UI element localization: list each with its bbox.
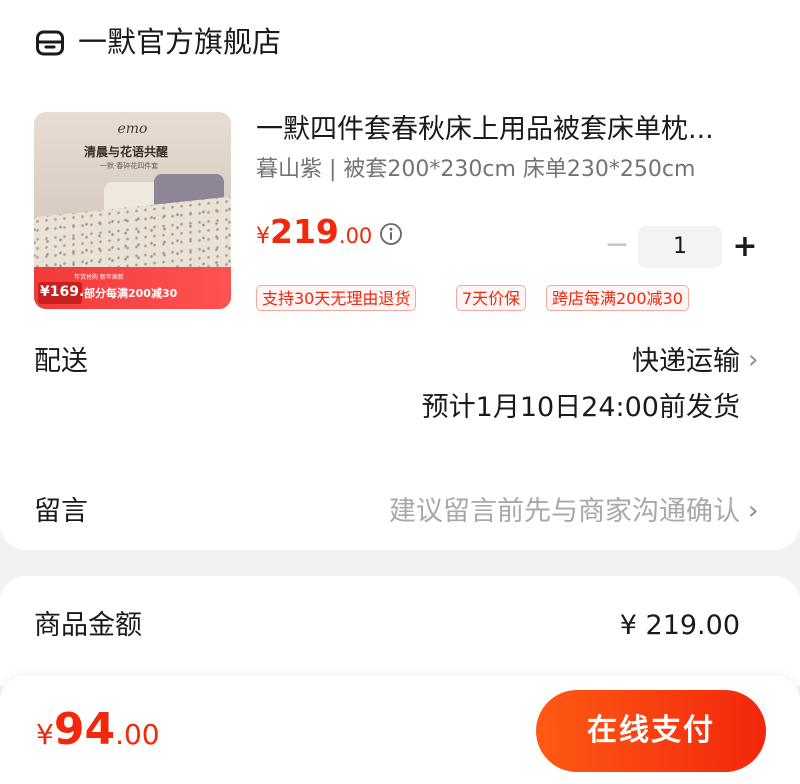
- product-image-subslogan: 一默·春碎花四件套: [100, 162, 159, 170]
- quantity-input[interactable]: 1: [638, 226, 722, 268]
- quantity-plus-button[interactable]: +: [728, 228, 762, 266]
- store-name[interactable]: 一默官方旗舰店: [78, 22, 281, 62]
- product-title[interactable]: 一默四件套春秋床上用品被套床单枕...: [256, 110, 776, 150]
- chevron-right-icon[interactable]: ›: [748, 340, 758, 380]
- total-decimal: .00: [115, 718, 160, 751]
- chevron-right-icon[interactable]: ›: [748, 491, 758, 531]
- service-tag: 跨店每满200减30: [546, 285, 689, 311]
- amount-value: ¥ 219.00: [619, 610, 740, 641]
- total-price: ¥94.00: [36, 704, 160, 755]
- note-input[interactable]: 建议留言前先与商家沟通确认: [300, 492, 740, 532]
- shop-icon: [36, 30, 64, 56]
- product-image-promo-price: ¥169.: [40, 284, 85, 300]
- product-spec[interactable]: 暮山紫 | 被套200*230cm 床单230*250cm: [256, 153, 695, 187]
- price-symbol: ¥: [256, 224, 270, 249]
- delivery-eta: 预计1月10日24:00前发货: [421, 392, 740, 423]
- price-integer: 219: [270, 212, 339, 251]
- product-image-promo-top: 年货抢购 新年焕新: [74, 274, 124, 281]
- quantity-minus-button[interactable]: −: [600, 228, 634, 262]
- order-card: 一默官方旗舰店 emo 清晨与花语共醒 一默·春碎花四件套 年货抢购 新年焕新 …: [0, 0, 800, 550]
- delivery-method[interactable]: 快递运输: [560, 342, 740, 382]
- amount-label: 商品金额: [34, 610, 142, 641]
- product-image-promo-text: 部分每满200减30: [84, 287, 178, 300]
- total-integer: 94: [53, 704, 116, 755]
- pay-online-button[interactable]: 在线支付: [536, 690, 766, 772]
- product-image[interactable]: emo 清晨与花语共醒 一默·春碎花四件套 年货抢购 新年焕新 ¥169. 部分…: [34, 112, 231, 309]
- product-price: ¥219.00: [256, 212, 372, 251]
- note-label: 留言: [34, 496, 88, 527]
- service-tag: 7天价保: [456, 285, 527, 311]
- info-icon[interactable]: [379, 222, 403, 246]
- delivery-label: 配送: [34, 346, 88, 377]
- product-image-slogan: 清晨与花语共醒: [84, 145, 169, 159]
- product-image-brand: emo: [117, 121, 148, 137]
- price-decimal: .00: [338, 224, 373, 248]
- service-tag: 支持30天无理由退货: [256, 285, 417, 311]
- total-symbol: ¥: [36, 718, 54, 751]
